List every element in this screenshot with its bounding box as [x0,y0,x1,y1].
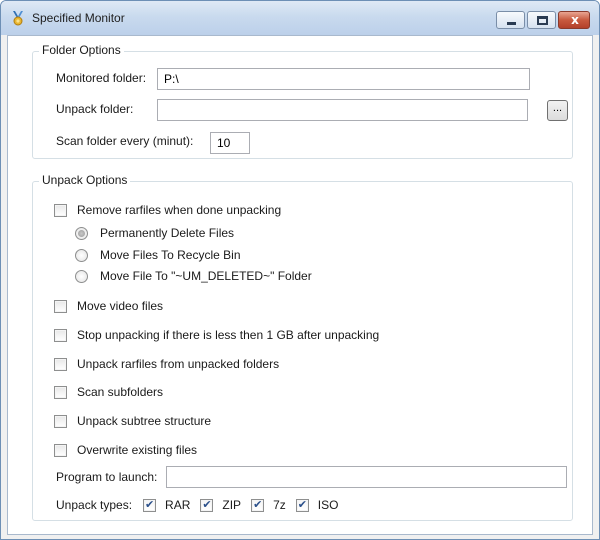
close-button[interactable]: x [558,11,590,29]
remove-rarfiles-label: Remove rarfiles when done unpacking [77,203,282,217]
overwrite-files-label: Overwrite existing files [77,443,198,457]
overwrite-files-checkbox[interactable]: Overwrite existing files [54,442,197,458]
folder-options-legend: Folder Options [39,43,124,57]
stop-unpacking-checkbox[interactable]: Stop unpacking if there is less then 1 G… [54,327,379,343]
maximize-button[interactable] [527,11,556,29]
type-7z-checkbox[interactable]: 7z [251,498,286,512]
type-iso-label: ISO [317,498,339,512]
radio-permanent-label: Permanently Delete Files [100,226,235,240]
window-title: Specified Monitor [32,11,125,25]
scan-interval-input[interactable] [210,132,250,154]
type-rar-box[interactable] [143,498,157,512]
type-zip-label: ZIP [222,498,242,512]
scan-subfolders-box[interactable] [54,385,67,399]
unpack-options-legend: Unpack Options [39,173,131,187]
minimize-button[interactable] [496,11,525,29]
monitored-folder-input[interactable] [157,68,530,90]
monitored-folder-label: Monitored folder: [56,71,147,85]
unpack-types-row: Unpack types: RAR ZIP 7z ISO [56,497,348,513]
client-area: Folder Options Monitored folder: Unpack … [7,35,593,535]
move-video-checkbox[interactable]: Move video files [54,298,163,314]
program-to-launch-label: Program to launch: [56,470,158,484]
type-7z-label: 7z [273,498,286,512]
type-iso-box[interactable] [295,498,309,512]
title-bar[interactable]: Specified Monitor x [1,1,599,35]
delete-mode-radio-permanent[interactable]: Permanently Delete Files [75,225,234,241]
radio-recycle[interactable] [75,248,88,262]
radio-folder-label: Move File To "~UM_DELETED~" Folder [100,269,312,283]
type-iso-checkbox[interactable]: ISO [295,498,339,512]
minimize-icon [507,22,516,25]
stop-unpacking-box[interactable] [54,328,67,342]
unpack-types-label: Unpack types: [56,498,133,512]
remove-rarfiles-box[interactable] [54,203,67,217]
scan-subfolders-checkbox[interactable]: Scan subfolders [54,384,163,400]
move-video-box[interactable] [54,299,67,313]
unpack-nested-box[interactable] [54,357,67,371]
radio-folder[interactable] [75,269,88,283]
unpack-nested-label: Unpack rarfiles from unpacked folders [77,357,280,371]
browse-unpack-folder-button[interactable]: ... [547,100,568,121]
radio-permanent[interactable] [75,226,88,240]
type-rar-label: RAR [165,498,191,512]
overwrite-files-box[interactable] [54,443,67,457]
delete-mode-radio-folder[interactable]: Move File To "~UM_DELETED~" Folder [75,268,312,284]
maximize-icon [537,16,548,25]
scan-subfolders-label: Scan subfolders [77,385,164,399]
move-video-label: Move video files [77,299,164,313]
unpack-nested-checkbox[interactable]: Unpack rarfiles from unpacked folders [54,356,279,372]
scan-interval-label: Scan folder every (minut): [56,134,194,148]
remove-rarfiles-checkbox[interactable]: Remove rarfiles when done unpacking [54,202,281,218]
program-to-launch-input[interactable] [166,466,567,488]
unpack-folder-input[interactable] [157,99,528,121]
application-window: Specified Monitor x Folder Options Monit… [0,0,600,540]
app-medal-icon [13,11,23,26]
type-7z-box[interactable] [251,498,265,512]
unpack-folder-label: Unpack folder: [56,102,134,116]
delete-mode-radio-recycle[interactable]: Move Files To Recycle Bin [75,247,241,263]
type-zip-checkbox[interactable]: ZIP [200,498,241,512]
subtree-structure-box[interactable] [54,414,67,428]
type-rar-checkbox[interactable]: RAR [143,498,190,512]
subtree-structure-label: Unpack subtree structure [77,414,212,428]
stop-unpacking-label: Stop unpacking if there is less then 1 G… [77,328,380,342]
close-icon: x [571,13,579,27]
type-zip-box[interactable] [200,498,214,512]
radio-recycle-label: Move Files To Recycle Bin [100,248,241,262]
subtree-structure-checkbox[interactable]: Unpack subtree structure [54,413,211,429]
